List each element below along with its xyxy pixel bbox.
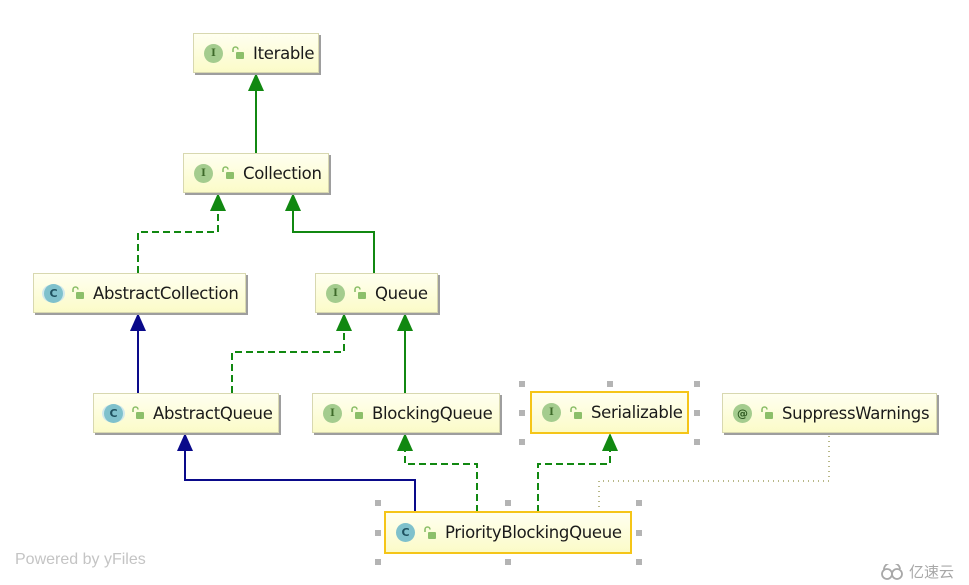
node-suppress-warnings[interactable]: @ SuppressWarnings bbox=[722, 393, 937, 433]
edge-priority-blocking-queue-to-serializable[interactable] bbox=[537, 435, 611, 512]
arrowhead-icon bbox=[248, 73, 264, 91]
node-serializable[interactable]: I Serializable bbox=[530, 391, 689, 434]
selection-handle[interactable] bbox=[505, 500, 511, 506]
node-abstract-collection[interactable]: C AbstractCollection bbox=[33, 273, 246, 313]
node-queue[interactable]: I Queue bbox=[315, 273, 438, 313]
class-icon: C bbox=[396, 523, 415, 542]
selection-handle[interactable] bbox=[607, 381, 613, 387]
edge-abstract-collection-to-collection[interactable] bbox=[137, 195, 219, 273]
abstract-class-icon: C bbox=[44, 283, 63, 303]
interface-icon: I bbox=[323, 403, 342, 423]
node-label: SuppressWarnings bbox=[782, 403, 930, 423]
selection-handle[interactable] bbox=[694, 410, 700, 416]
selection-handle[interactable] bbox=[636, 500, 642, 506]
selection-handle[interactable] bbox=[519, 410, 525, 416]
interface-icon: I bbox=[204, 43, 223, 63]
annotation-icon: @ bbox=[733, 403, 752, 423]
node-label: Collection bbox=[243, 163, 322, 183]
arrowhead-icon bbox=[285, 193, 301, 211]
abstract-class-icon: C bbox=[104, 403, 123, 423]
selection-handle[interactable] bbox=[694, 439, 700, 445]
node-blocking-queue[interactable]: I BlockingQueue bbox=[312, 393, 500, 433]
node-collection[interactable]: I Collection bbox=[183, 153, 329, 193]
interface-icon: I bbox=[326, 283, 345, 303]
public-access-icon bbox=[424, 525, 436, 539]
cloud-logo-icon bbox=[881, 563, 903, 580]
arrowhead-icon bbox=[602, 433, 618, 451]
watermark-text: 亿速云 bbox=[909, 563, 955, 581]
node-label: AbstractCollection bbox=[93, 283, 239, 303]
selection-handle[interactable] bbox=[636, 530, 642, 536]
public-access-icon bbox=[351, 406, 363, 419]
arrowhead-icon bbox=[397, 433, 413, 451]
public-access-icon bbox=[72, 286, 84, 299]
powered-by-label: Powered by yFiles bbox=[15, 551, 146, 568]
edge-queue-to-collection[interactable] bbox=[292, 195, 375, 273]
interface-icon: I bbox=[542, 403, 561, 422]
node-label: Iterable bbox=[253, 43, 315, 63]
node-label: Serializable bbox=[591, 403, 683, 422]
selection-handle[interactable] bbox=[519, 439, 525, 445]
node-label: BlockingQueue bbox=[372, 403, 493, 423]
arrowhead-icon bbox=[397, 313, 413, 331]
selection-handle[interactable] bbox=[519, 381, 525, 387]
arrowhead-icon bbox=[336, 313, 352, 331]
node-label: Queue bbox=[375, 283, 428, 303]
node-label: AbstractQueue bbox=[153, 403, 273, 423]
watermark: 亿速云 bbox=[880, 561, 954, 582]
selection-handle[interactable] bbox=[505, 559, 511, 565]
selection-handle[interactable] bbox=[636, 559, 642, 565]
arrowhead-icon bbox=[177, 433, 193, 451]
edge-abstract-queue-to-queue[interactable] bbox=[231, 315, 345, 393]
public-access-icon bbox=[570, 405, 582, 419]
node-label: PriorityBlockingQueue bbox=[445, 523, 622, 542]
edge-priority-blocking-queue-to-suppress-warnings[interactable] bbox=[598, 435, 830, 512]
selection-handle[interactable] bbox=[694, 381, 700, 387]
public-access-icon bbox=[222, 166, 234, 179]
node-iterable[interactable]: I Iterable bbox=[193, 33, 319, 73]
public-access-icon bbox=[761, 406, 773, 419]
node-abstract-queue[interactable]: C AbstractQueue bbox=[93, 393, 279, 433]
public-access-icon bbox=[132, 406, 144, 419]
selection-handle[interactable] bbox=[375, 559, 381, 565]
node-priority-blocking-queue[interactable]: C PriorityBlockingQueue bbox=[384, 511, 632, 554]
selection-handle[interactable] bbox=[375, 500, 381, 506]
public-access-icon bbox=[354, 286, 366, 299]
arrowhead-icon bbox=[210, 193, 226, 211]
arrowhead-icon bbox=[130, 313, 146, 331]
interface-icon: I bbox=[194, 163, 213, 183]
selection-handle[interactable] bbox=[375, 530, 381, 536]
public-access-icon bbox=[232, 46, 244, 59]
